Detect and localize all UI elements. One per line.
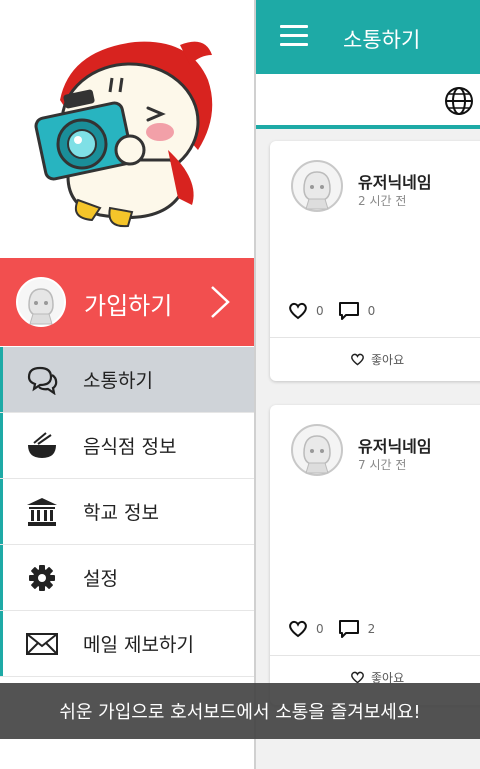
food-bowl-icon	[28, 432, 56, 458]
post-stats: 0 0	[288, 301, 389, 321]
post-username: 유저닉네임	[358, 437, 432, 456]
app-bar: 소통하기	[256, 0, 480, 74]
menu-item-school[interactable]: 학교 정보	[0, 479, 254, 545]
join-button[interactable]: 가입하기	[0, 258, 254, 346]
menu-item-community[interactable]: 소통하기	[0, 347, 254, 413]
comment-icon	[338, 620, 359, 638]
post-time: 2 시간 전	[358, 194, 407, 208]
menu-item-label: 음식점 정보	[83, 436, 177, 458]
toast-text: 쉬운 가입으로 호서보드에서 소통을 즐겨보세요!	[59, 702, 421, 723]
menu-accent-bar	[0, 611, 3, 676]
menu-item-label: 학교 정보	[83, 502, 159, 524]
page-title: 소통하기	[343, 28, 421, 52]
menu-accent-bar	[0, 479, 3, 544]
feed-screen: 소통하기 유저닉네임 2 시간 전 0 0 좋아요 유저닉네임 7 시간 전 0…	[256, 0, 480, 769]
post-stats: 0 2	[288, 619, 389, 639]
chat-bubbles-icon	[27, 366, 58, 395]
like-count: 0	[316, 622, 324, 636]
join-label: 가입하기	[84, 292, 173, 320]
globe-icon[interactable]	[444, 86, 474, 116]
menu-accent-bar	[0, 413, 3, 478]
divider	[270, 337, 480, 338]
menu-item-settings[interactable]: 설정	[0, 545, 254, 611]
drawer-shadow	[254, 0, 256, 769]
divider	[270, 655, 480, 656]
user-avatar	[291, 424, 343, 476]
menu-item-mail-report[interactable]: 메일 제보하기	[0, 611, 254, 677]
post-time: 7 시간 전	[358, 458, 407, 472]
avatar	[16, 277, 66, 327]
menu-item-label: 소통하기	[83, 370, 153, 392]
comment-icon	[338, 302, 359, 320]
post-card[interactable]: 유저닉네임 2 시간 전 0 0 좋아요	[270, 141, 480, 381]
comment-count: 0	[367, 304, 376, 318]
heart-icon	[289, 302, 307, 320]
divider	[256, 125, 480, 129]
drawer-menu: 소통하기 음식점 정보 학교 정보 설정 메일 제보하기	[0, 347, 254, 677]
post-username: 유저닉네임	[358, 173, 432, 192]
toast-message: 쉬운 가입으로 호서보드에서 소통을 즐겨보세요!	[0, 683, 480, 739]
menu-accent-bar	[0, 347, 3, 412]
like-button-label: 좋아요	[371, 353, 405, 367]
menu-item-restaurants[interactable]: 음식점 정보	[0, 413, 254, 479]
heart-icon	[351, 353, 364, 366]
mail-icon	[26, 633, 58, 655]
school-building-icon	[27, 498, 57, 526]
navigation-drawer: 가입하기 소통하기 음식점 정보 학교 정보 설정 메일 제보하기	[0, 0, 254, 769]
menu-item-label: 설정	[83, 568, 118, 590]
like-count: 0	[316, 304, 324, 318]
menu-item-label: 메일 제보하기	[83, 634, 194, 656]
user-avatar	[291, 160, 343, 212]
mascot-camera-illustration	[34, 41, 213, 228]
comment-count: 2	[367, 622, 376, 636]
heart-icon	[289, 620, 307, 638]
gear-icon	[29, 565, 55, 591]
like-button[interactable]: 좋아요	[350, 351, 404, 368]
post-card[interactable]: 유저닉네임 7 시간 전 0 2 좋아요	[270, 405, 480, 705]
hamburger-menu-icon[interactable]	[280, 25, 308, 47]
chevron-right-icon	[211, 286, 230, 318]
menu-accent-bar	[0, 545, 3, 610]
